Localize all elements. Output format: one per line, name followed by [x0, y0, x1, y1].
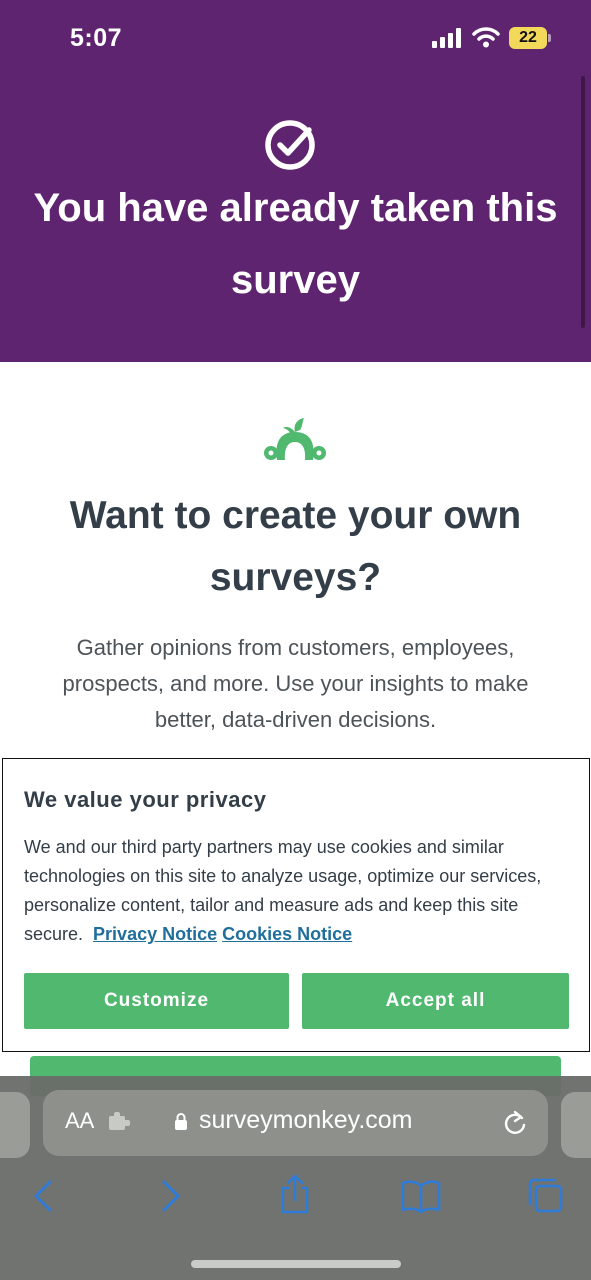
browser-toolbar: AA surveymonkey.com	[0, 1076, 591, 1280]
extension-icon[interactable]	[107, 1112, 133, 1132]
share-icon[interactable]	[278, 1174, 312, 1214]
home-indicator	[191, 1260, 401, 1268]
promo-heading: Want to create your own surveys?	[69, 494, 522, 599]
status-bar: 5:07 22	[0, 0, 591, 80]
survey-header: 5:07 22 You have already taken this surv…	[0, 0, 591, 362]
forward-icon[interactable]	[154, 1178, 188, 1214]
status-time: 5:07	[70, 24, 123, 52]
customize-button[interactable]: Customize	[24, 973, 289, 1029]
reload-icon[interactable]	[501, 1108, 529, 1138]
page-scrollbar[interactable]	[581, 76, 585, 328]
accept-all-button[interactable]: Accept all	[302, 973, 569, 1029]
promo-description: Gather opinions from customers, employee…	[62, 635, 529, 732]
wifi-icon	[472, 27, 500, 48]
tabs-icon[interactable]	[526, 1176, 564, 1214]
address-bar[interactable]: AA surveymonkey.com	[43, 1090, 548, 1156]
cookie-title: We value your privacy	[24, 787, 267, 812]
signal-icon	[432, 28, 461, 48]
page-title: You have already taken this survey	[33, 186, 558, 302]
check-circle-icon	[265, 120, 315, 170]
battery-icon: 22	[509, 27, 551, 49]
previous-tab-preview[interactable]	[0, 1092, 30, 1158]
cookie-consent-dialog: We value your privacy We and our third p…	[2, 758, 590, 1052]
lock-icon	[175, 1113, 187, 1130]
reader-options-button[interactable]: AA	[65, 1108, 94, 1134]
next-tab-preview[interactable]	[561, 1092, 591, 1158]
bookmarks-icon[interactable]	[401, 1178, 441, 1214]
battery-level: 22	[519, 29, 537, 46]
url-text[interactable]: surveymonkey.com	[199, 1106, 413, 1135]
back-icon[interactable]	[26, 1178, 60, 1214]
cookie-text: We and our third party partners may use …	[24, 833, 572, 949]
surveymonkey-logo-icon[interactable]	[262, 416, 328, 466]
cookies-notice-link[interactable]: Cookies Notice	[222, 924, 352, 944]
privacy-notice-link[interactable]: Privacy Notice	[93, 924, 217, 944]
